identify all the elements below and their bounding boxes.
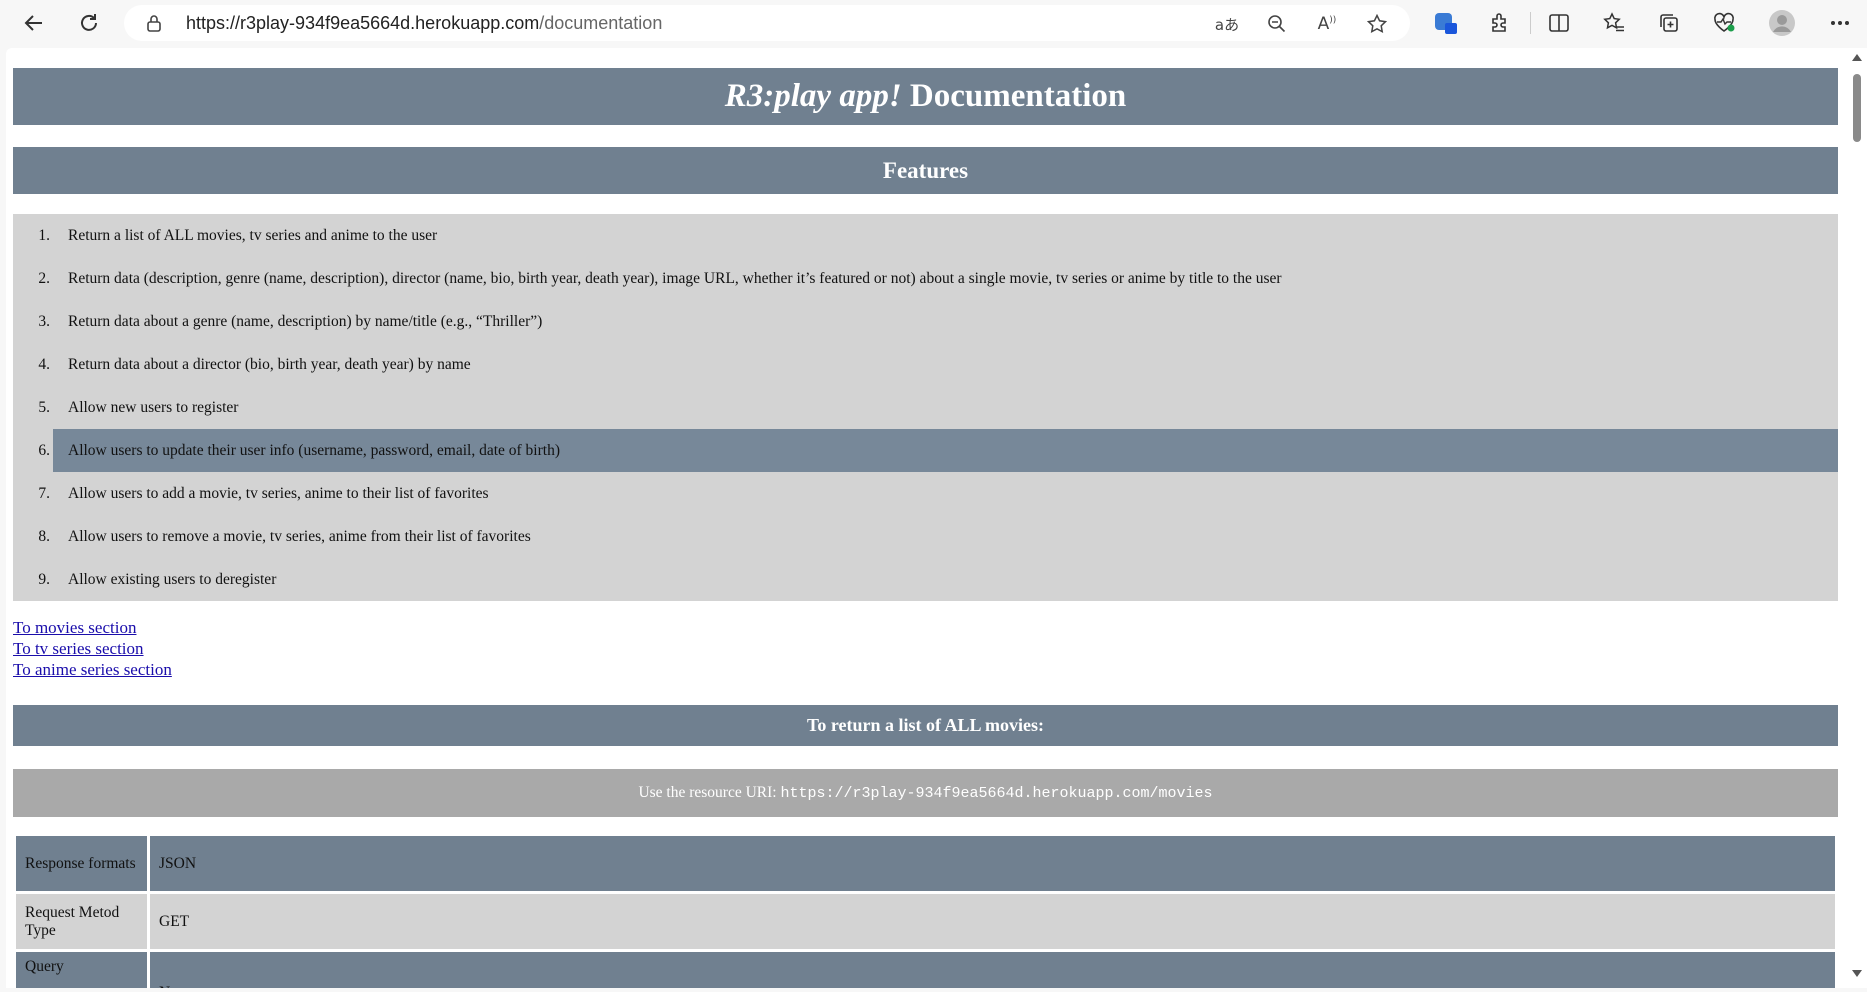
list-item: 1. Return a list of ALL movies, tv series… bbox=[38, 227, 438, 244]
page-title: R3:play app! Documentation bbox=[13, 68, 1838, 125]
list-item: 9. Allow existing users to deregister bbox=[38, 571, 277, 588]
page-scrollbar[interactable] bbox=[1848, 48, 1867, 988]
link-anime-series-section[interactable]: To anime series section bbox=[13, 659, 172, 680]
table-row: Request Metod Type GET bbox=[16, 894, 1835, 949]
split-screen-icon[interactable] bbox=[1543, 7, 1575, 39]
browser-essentials-icon[interactable] bbox=[1708, 7, 1740, 39]
translate-icon[interactable]: aあ bbox=[1214, 11, 1240, 37]
copilot-extension-icon[interactable] bbox=[1430, 7, 1462, 39]
link-tv-series-section[interactable]: To tv series section bbox=[13, 638, 172, 659]
list-item: 2. Return data (description, genre (name,… bbox=[38, 270, 1282, 287]
refresh-icon[interactable] bbox=[73, 7, 105, 39]
scroll-up-arrow-icon[interactable] bbox=[1852, 54, 1862, 61]
list-item: 7. Allow users to add a movie, tv series,… bbox=[38, 485, 489, 502]
table-row: Response formats JSON bbox=[16, 836, 1835, 891]
lock-icon[interactable] bbox=[146, 14, 162, 37]
list-item: 4. Return data about a director (bio, bir… bbox=[38, 356, 471, 373]
browser-toolbar: https://r3play-934f9ea5664d.herokuapp.co… bbox=[0, 0, 1867, 46]
scroll-down-arrow-icon[interactable] bbox=[1852, 970, 1862, 977]
list-item: 3. Return data about a genre (name, descr… bbox=[38, 313, 543, 330]
address-bar[interactable]: https://r3play-934f9ea5664d.herokuapp.co… bbox=[124, 5, 1410, 41]
features-heading: Features bbox=[13, 147, 1838, 194]
list-item-hovered: 6. Allow users to update their user info … bbox=[13, 429, 1838, 472]
movies-section-heading: To return a list of ALL movies: bbox=[13, 705, 1838, 746]
read-aloud-icon[interactable]: A)) bbox=[1314, 11, 1340, 37]
features-list: 1. Return a list of ALL movies, tv series… bbox=[13, 214, 1838, 601]
resource-uri-code: https://r3play-934f9ea5664d.herokuapp.co… bbox=[780, 785, 1213, 802]
more-options-icon[interactable] bbox=[1824, 7, 1856, 39]
url-text[interactable]: https://r3play-934f9ea5664d.herokuapp.co… bbox=[186, 13, 662, 34]
favorites-icon[interactable] bbox=[1598, 7, 1630, 39]
list-item: 5. Allow new users to register bbox=[38, 399, 239, 416]
profile-avatar-icon[interactable] bbox=[1766, 7, 1798, 39]
table-row: QueryNone bbox=[16, 952, 1835, 988]
scroll-thumb[interactable] bbox=[1853, 74, 1861, 142]
back-arrow-icon[interactable] bbox=[18, 7, 50, 39]
resource-uri-box: Use the resource URI: https://r3play-934… bbox=[13, 769, 1838, 817]
endpoint-spec-table: Response formats JSON Request Metod Type G… bbox=[13, 833, 1838, 988]
favorite-star-icon[interactable] bbox=[1364, 11, 1390, 37]
section-links: To movies section To tv series section T… bbox=[13, 617, 172, 680]
collections-icon[interactable] bbox=[1653, 7, 1685, 39]
toolbar-divider bbox=[1530, 12, 1531, 34]
extensions-puzzle-icon[interactable] bbox=[1484, 7, 1516, 39]
zoom-out-icon[interactable] bbox=[1264, 11, 1290, 37]
link-movies-section[interactable]: To movies section bbox=[13, 617, 172, 638]
list-item: 8. Allow users to remove a movie, tv seri… bbox=[38, 528, 531, 545]
page-viewport: R3:play app! Documentation Features 1. Re… bbox=[6, 48, 1848, 988]
